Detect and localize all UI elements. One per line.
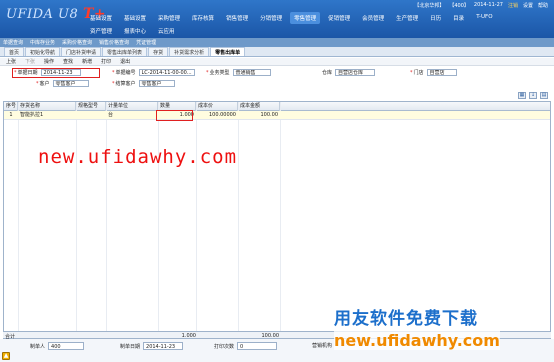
doc-number-input[interactable]: LC-2014-11-00-00... [138,69,195,76]
login-date: 2014-11-27 [473,2,503,8]
tab-retail-out-doc[interactable]: 零售出库单 [210,47,246,56]
menu-item-retail[interactable]: 零售管理 [290,12,321,24]
new-button[interactable]: 新增 [82,58,92,65]
quick-link-stock[interactable]: 中库存业务 [30,39,55,46]
tab-store-replenish[interactable]: 门店补货申请 [61,47,102,56]
user-label: 【400】 [449,3,469,9]
quick-access-bar: 单据查询 中库存业务 采购价格查询 销售价格查询 凭证管理 [0,38,554,47]
maker-field: 制单人 400 [30,342,85,350]
store-field: * 门店 自营店 [410,69,457,76]
menu-item-basic-setup-2[interactable]: 基础设置 [120,12,150,24]
make-date-input[interactable]: 2014-11-23 [143,342,184,350]
company-label: 【北京华邦】 [414,3,445,9]
logout-link[interactable]: 注销 [508,2,518,9]
menu-item-assets[interactable]: 资产管理 [86,25,116,37]
warehouse-field: 仓库 自营店仓库 [322,69,376,76]
menu-item-member[interactable]: 会员管理 [358,12,388,24]
customer-input[interactable]: 零售客户 [52,80,89,87]
quick-link-voucher[interactable]: 凭证管理 [136,39,156,46]
watermark-url: new.ufidawhy.com [38,146,238,168]
settings-link[interactable]: 设置 [523,2,533,9]
tab-replenish-analysis[interactable]: 补货需求分析 [169,47,210,56]
table-row[interactable]: 1 智能扒拉1 台 1.000 100.00000 100.00 [4,111,550,120]
grid-tools: ▦ ↓ ▤ [518,92,548,99]
col-unit: 计量单位 [106,102,158,111]
customer-field: * 客户 零售客户 [36,80,89,87]
download-watermark: 用友软件免费下载 [334,309,478,329]
tab-home[interactable]: 首页 [4,47,25,56]
table-header: 序号 存货名称 规格型号 计量单位 数量 成本价 成本金额 [4,102,550,111]
menu-item-tufo[interactable]: T-UFO [472,12,496,24]
menu-item-production[interactable]: 生产管理 [392,12,422,24]
quick-link-sales-price[interactable]: 销售价格查询 [99,39,129,46]
grid-settings-icon[interactable]: ▦ [518,92,526,99]
download-url-watermark: new.ufidawhy.com [334,331,500,350]
menu-item-catalog[interactable]: 目录 [449,12,468,24]
maker-input[interactable]: 400 [48,342,85,350]
document-tabs: 首页 初始化导航 门店补货申请 零售出库单列表 存货 补货需求分析 零售出库单 [0,47,554,57]
biz-type-select[interactable]: 普通销售 [232,69,271,76]
tab-retail-out-list[interactable]: 零售出库单列表 [102,47,148,56]
tab-init-guide[interactable]: 初始化导航 [25,47,61,56]
make-date-field: 制单日期 2014-11-23 [120,342,184,350]
grid-export-icon[interactable]: ↓ [529,92,537,99]
menu-item-inventory[interactable]: 库存核算 [188,12,218,24]
prev-button[interactable]: 上张 [6,58,16,65]
menu-item-sales[interactable]: 销售管理 [222,12,252,24]
print-count-field: 打印次数 0 [214,342,278,350]
doc-number-field: * 单据编号 LC-2014-11-00-00... [112,69,195,76]
operate-button[interactable]: 操作 [44,58,54,65]
warehouse-input[interactable]: 自营店仓库 [335,69,376,76]
org-field: 营销机构 [312,343,333,349]
help-link[interactable]: 帮助 [538,2,548,9]
main-menu: 基础设置 基础设置 采购管理 库存核算 销售管理 分销管理 零售管理 促销管理 … [86,12,497,24]
exit-button[interactable]: 退出 [120,58,130,65]
settle-customer-field: * 结算客户 零售客户 [112,80,175,87]
quick-link-purchase-price[interactable]: 采购价格查询 [62,39,92,46]
secondary-menu: 资产管理 报表中心 云应用 [86,25,179,37]
next-button[interactable]: 下张 [25,58,35,65]
date-highlight-box [12,68,100,78]
cell-spec[interactable] [76,111,106,120]
col-price: 成本价 [196,102,238,111]
menu-item-calendar[interactable]: 日历 [426,12,445,24]
utility-bar: 【北京华邦】 【400】 2014-11-27 注销 设置 帮助 [414,2,548,9]
tab-inventory[interactable]: 存货 [148,47,169,56]
col-name: 存货名称 [18,102,76,111]
status-icon[interactable]: ▲ [2,352,10,360]
print-button[interactable]: 打印 [101,58,111,65]
menu-item-promotion[interactable]: 促销管理 [324,12,354,24]
menu-item-distribution[interactable]: 分销管理 [256,12,286,24]
col-seq: 序号 [6,102,18,111]
col-spec: 规格型号 [76,102,106,111]
menu-item-reports[interactable]: 报表中心 [120,25,150,37]
detail-table: 序号 存货名称 规格型号 计量单位 数量 成本价 成本金额 1 智能扒拉1 台 … [3,101,551,333]
cell-unit[interactable]: 台 [106,111,158,120]
qty-highlight-box [156,110,193,121]
cell-name[interactable]: 智能扒拉1 [18,111,76,120]
cell-seq: 1 [9,112,13,118]
menu-item-cloud[interactable]: 云应用 [154,25,179,37]
store-input[interactable]: 自营店 [426,69,457,76]
grid-print-icon[interactable]: ▤ [540,92,548,99]
biz-type-field: * 业务类型 普通销售 [206,69,271,76]
menu-item-basic-setup[interactable]: 基础设置 [86,12,116,24]
doc-toolbar: 上张 下张 操作 查找 新增 打印 退出 [0,58,554,66]
top-navigation-bar: UFIDA U8 T+ 【北京华邦】 【400】 2014-11-27 注销 设… [0,0,554,38]
find-button[interactable]: 查找 [63,58,73,65]
print-count-input: 0 [237,342,278,350]
settle-customer-input[interactable]: 零售客户 [138,80,175,87]
menu-item-purchase[interactable]: 采购管理 [154,12,184,24]
col-amount: 成本金额 [238,102,280,111]
cell-price[interactable]: 100.00000 [196,111,238,120]
cell-amount[interactable]: 100.00 [238,111,280,120]
quick-link-doc-query[interactable]: 单据查询 [3,39,23,46]
